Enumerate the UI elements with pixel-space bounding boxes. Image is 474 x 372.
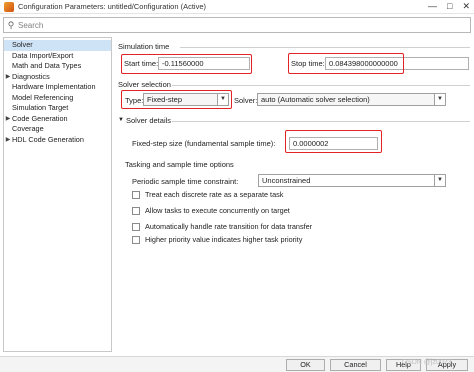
category-tree: Solver Data Import/Export Math and Data … — [3, 37, 112, 352]
section-title-tasking: Tasking and sample time options — [125, 160, 234, 169]
checkbox-priority[interactable]: Higher priority value indicates higher t… — [132, 235, 302, 244]
checkbox[interactable] — [132, 222, 140, 231]
cancel-button[interactable]: Cancel — [330, 359, 381, 371]
search-input[interactable] — [18, 20, 458, 30]
window-title: Configuration Parameters: untitled/Confi… — [18, 2, 207, 11]
section-title-simulation-time: Simulation time — [118, 42, 170, 51]
solver-label: Solver: — [234, 96, 258, 105]
solver-dropdown[interactable]: auto (Automatic solver selection) ▼ — [257, 93, 446, 106]
collapse-arrow-icon[interactable]: ▼ — [118, 117, 124, 123]
periodic-constraint-dropdown[interactable]: Unconstrained ▼ — [258, 174, 446, 187]
title-bar: Configuration Parameters: untitled/Confi… — [0, 0, 474, 14]
highlight-box-fixed-step — [285, 130, 382, 153]
section-title-solver-details: Solver details — [126, 116, 172, 125]
tree-item-coverage[interactable]: Coverage — [4, 124, 111, 135]
tree-item-label: Solver — [12, 40, 33, 49]
section-divider — [180, 47, 470, 48]
checkbox-concurrent-tasks[interactable]: Allow tasks to execute concurrently on t… — [132, 206, 290, 215]
tree-item-solver[interactable]: Solver — [4, 40, 111, 51]
tree-item-math-and-data-types[interactable]: Math and Data Types — [4, 61, 111, 72]
tree-item-hardware-implementation[interactable]: Hardware Implementation — [4, 82, 111, 93]
highlight-box-stop-time — [288, 53, 404, 74]
checkbox[interactable] — [132, 190, 140, 199]
checkbox[interactable] — [132, 235, 140, 244]
highlight-box-start-time — [121, 54, 252, 74]
section-title-solver-selection: Solver selection — [118, 80, 171, 89]
close-icon[interactable]: ✕ — [462, 1, 470, 12]
search-bar: ⚲ — [3, 17, 471, 33]
checkbox-label: Treat each discrete rate as a separate t… — [145, 190, 284, 199]
maximize-icon[interactable]: □ — [447, 1, 452, 12]
tree-item-label: Model Referencing — [12, 92, 74, 102]
minimize-icon[interactable]: — — [428, 1, 437, 12]
solver-value: auto (Automatic solver selection) — [261, 95, 370, 104]
tree-item-label: Diagnostics — [12, 71, 50, 81]
search-icon: ⚲ — [7, 19, 15, 30]
watermark: CSDN @jz0023 — [402, 359, 452, 366]
checkbox-rate-transition[interactable]: Automatically handle rate transition for… — [132, 222, 312, 231]
tree-item-data-import-export[interactable]: Data Import/Export — [4, 51, 111, 62]
periodic-constraint-value: Unconstrained — [262, 176, 311, 185]
matlab-logo-icon — [4, 1, 14, 12]
tree-item-diagnostics[interactable]: ▶ Diagnostics — [4, 72, 111, 83]
ok-button[interactable]: OK — [286, 359, 325, 371]
tree-item-label: Hardware Implementation — [12, 82, 96, 91]
expand-arrow-icon[interactable]: ▶ — [4, 135, 12, 146]
tree-item-label: Code Generation — [12, 113, 68, 123]
checkbox-label: Automatically handle rate transition for… — [145, 222, 313, 231]
checkbox-label: Allow tasks to execute concurrently on t… — [145, 206, 290, 215]
section-divider — [172, 121, 470, 122]
dropdown-caret-icon[interactable]: ▼ — [434, 175, 445, 186]
tree-item-label: HDL Code Generation — [12, 134, 84, 144]
tree-item-label: Data Import/Export — [12, 50, 74, 60]
tree-item-label: Math and Data Types — [12, 61, 82, 70]
expand-arrow-icon[interactable]: ▶ — [4, 72, 12, 83]
tree-item-model-referencing[interactable]: Model Referencing — [4, 93, 111, 104]
expand-arrow-icon[interactable]: ▶ — [4, 114, 12, 125]
tree-item-simulation-target[interactable]: Simulation Target — [4, 103, 111, 114]
window-controls: — □ ✕ — [428, 1, 470, 12]
section-divider — [172, 85, 470, 86]
tree-item-label: Coverage — [12, 124, 44, 133]
periodic-constraint-label: Periodic sample time constraint: — [132, 177, 239, 186]
dropdown-caret-icon[interactable]: ▼ — [434, 94, 445, 105]
tree-item-code-generation[interactable]: ▶ Code Generation — [4, 114, 111, 125]
checkbox[interactable] — [132, 206, 140, 215]
tree-item-label: Simulation Target — [12, 103, 69, 112]
checkbox-separate-task[interactable]: Treat each discrete rate as a separate t… — [132, 190, 283, 199]
fixed-step-size-label: Fixed-step size (fundamental sample time… — [132, 139, 276, 148]
tree-item-hdl-code-generation[interactable]: ▶ HDL Code Generation — [4, 135, 111, 146]
checkbox-label: Higher priority value indicates higher t… — [145, 235, 303, 244]
highlight-box-solver-type — [121, 90, 232, 109]
